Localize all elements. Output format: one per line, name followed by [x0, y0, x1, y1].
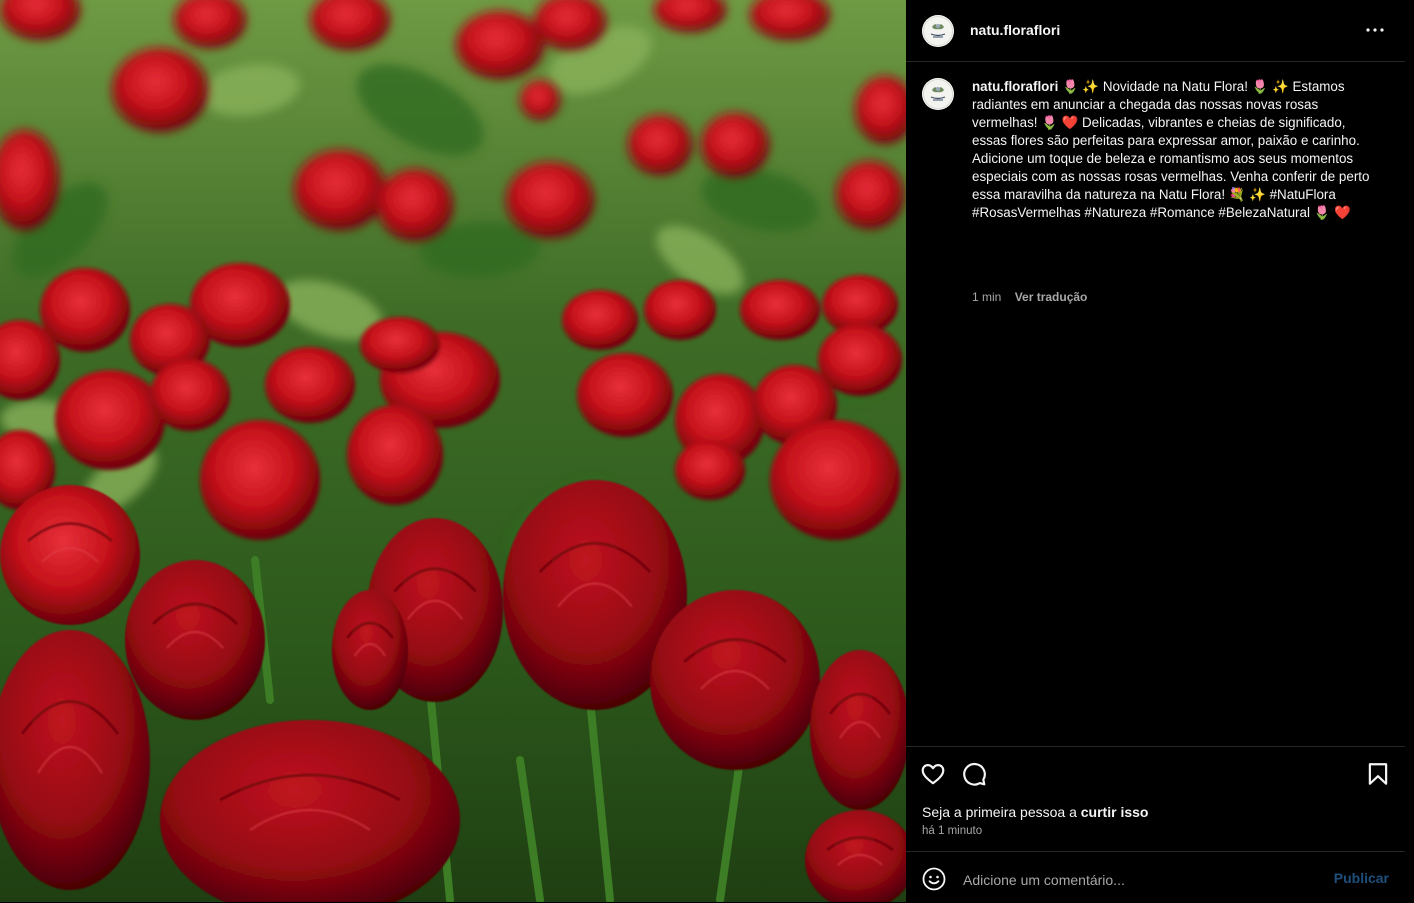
publish-button[interactable]: Publicar: [1334, 870, 1389, 886]
caption-username[interactable]: natu.floraflori: [972, 79, 1058, 94]
comment-button[interactable]: [961, 761, 987, 787]
natu-flora-logo-icon: [922, 78, 954, 110]
caption-meta: 1 min Ver tradução: [972, 290, 1097, 304]
comment-bubble-icon: [963, 762, 986, 786]
natu-flora-logo-icon: [922, 15, 954, 47]
emoji-button[interactable]: [922, 867, 946, 891]
caption-body: 🌷 ✨ Novidade na Natu Flora! 🌷 ✨ Estamos …: [972, 79, 1370, 220]
caption-text: natu.floraflori 🌷 ✨ Novidade na Natu Flo…: [972, 78, 1382, 222]
caption-avatar[interactable]: [922, 78, 954, 110]
likes-prefix: Seja a primeira pessoa a: [922, 804, 1081, 820]
bookmark-icon: [1368, 763, 1388, 785]
smiley-icon: [922, 867, 946, 891]
heart-icon: [921, 764, 945, 785]
see-translation-button[interactable]: Ver tradução: [1015, 290, 1088, 304]
like-button[interactable]: [920, 761, 946, 787]
more-horizontal-icon: [1366, 28, 1384, 32]
post-image[interactable]: [0, 0, 906, 902]
username[interactable]: natu.floraflori: [970, 22, 1060, 38]
add-comment-bar: Publicar: [906, 851, 1405, 903]
comment-input[interactable]: [961, 866, 1325, 894]
more-options-button[interactable]: [1363, 20, 1387, 40]
caption-time: 1 min: [972, 290, 1002, 304]
post-side-panel: natu.floraflori natu.floraflori 🌷 ✨ Novi…: [906, 0, 1405, 902]
scrollbar-track[interactable]: [1405, 0, 1414, 902]
red-roses-photo: [0, 0, 906, 902]
instagram-post-viewer: natu.floraflori natu.floraflori 🌷 ✨ Novi…: [0, 0, 1414, 902]
save-button[interactable]: [1365, 761, 1391, 787]
post-timestamp[interactable]: há 1 minuto: [922, 825, 982, 837]
post-actions: Seja a primeira pessoa a curtir isso há …: [906, 746, 1405, 852]
avatar[interactable]: [922, 15, 954, 47]
likes-summary: Seja a primeira pessoa a curtir isso: [922, 804, 1148, 820]
be-first-to-like-link[interactable]: curtir isso: [1081, 804, 1149, 820]
post-header: natu.floraflori: [906, 0, 1405, 62]
